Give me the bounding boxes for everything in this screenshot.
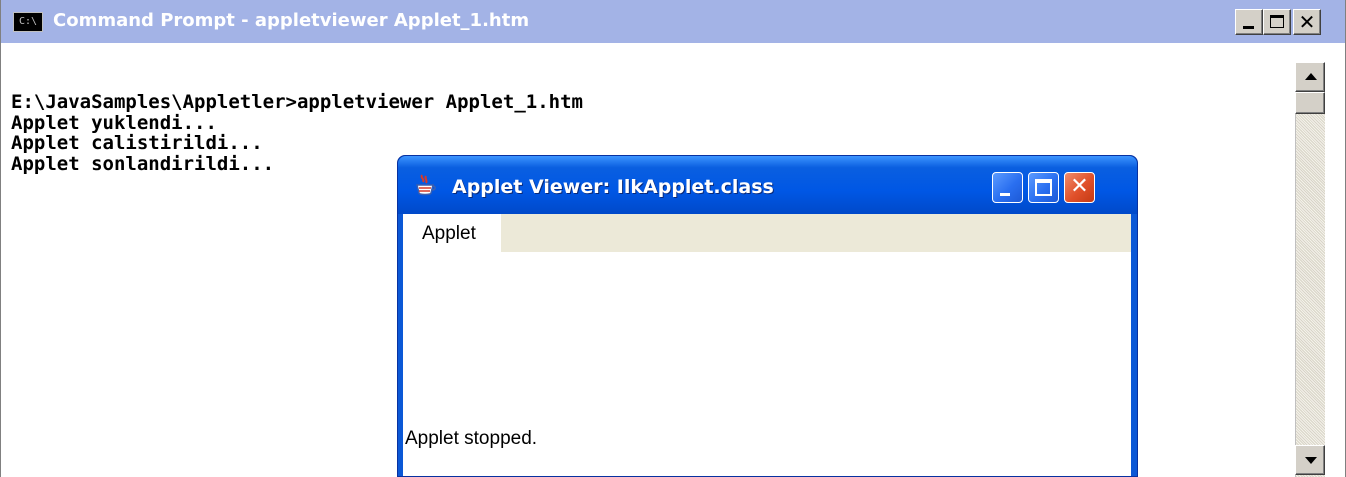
applet-window-title: Applet Viewer: IlkApplet.class <box>452 176 774 198</box>
cmd-close-button[interactable]: ✕ <box>1293 9 1321 35</box>
console-line: Applet yuklendi... <box>11 112 217 134</box>
applet-close-button[interactable]: ✕ <box>1064 172 1095 203</box>
java-icon[interactable] <box>413 173 437 197</box>
command-prompt-icon[interactable]: C:\ <box>13 12 43 32</box>
arrow-up-icon <box>1305 73 1317 80</box>
close-icon: ✕ <box>1298 10 1316 34</box>
close-icon: ✕ <box>1070 174 1089 199</box>
scrollbar-thumb[interactable] <box>1295 92 1325 114</box>
console-line: Applet calistirildi... <box>11 132 263 154</box>
cmd-titlebar[interactable]: C:\ Command Prompt - appletviewer Applet… <box>1 0 1345 43</box>
menu-applet[interactable]: Applet <box>403 214 501 252</box>
scroll-up-button[interactable] <box>1295 62 1325 92</box>
scroll-down-button[interactable] <box>1295 445 1325 475</box>
maximize-icon <box>1035 179 1052 196</box>
cmd-minimize-button[interactable] <box>1235 9 1263 35</box>
cmd-maximize-button[interactable] <box>1263 9 1291 35</box>
cmd-window-title: Command Prompt - appletviewer Applet_1.h… <box>53 10 530 31</box>
applet-maximize-button[interactable] <box>1028 172 1059 203</box>
arrow-down-icon <box>1305 457 1317 464</box>
applet-status-text: Applet stopped. <box>405 428 538 449</box>
minimize-icon <box>1243 26 1254 29</box>
applet-titlebar[interactable]: Applet Viewer: IlkApplet.class ✕ <box>398 156 1137 214</box>
applet-menubar: Applet <box>403 214 1131 252</box>
console-line: E:\JavaSamples\Appletler>appletviewer Ap… <box>11 91 583 113</box>
maximize-icon <box>1270 15 1284 28</box>
vertical-scrollbar[interactable] <box>1295 62 1325 477</box>
applet-minimize-button[interactable] <box>992 172 1023 203</box>
console-line: Applet sonlandirildi... <box>11 153 275 175</box>
minimize-icon <box>1000 193 1010 196</box>
applet-viewer-window: Applet Viewer: IlkApplet.class ✕ Applet … <box>397 155 1138 477</box>
